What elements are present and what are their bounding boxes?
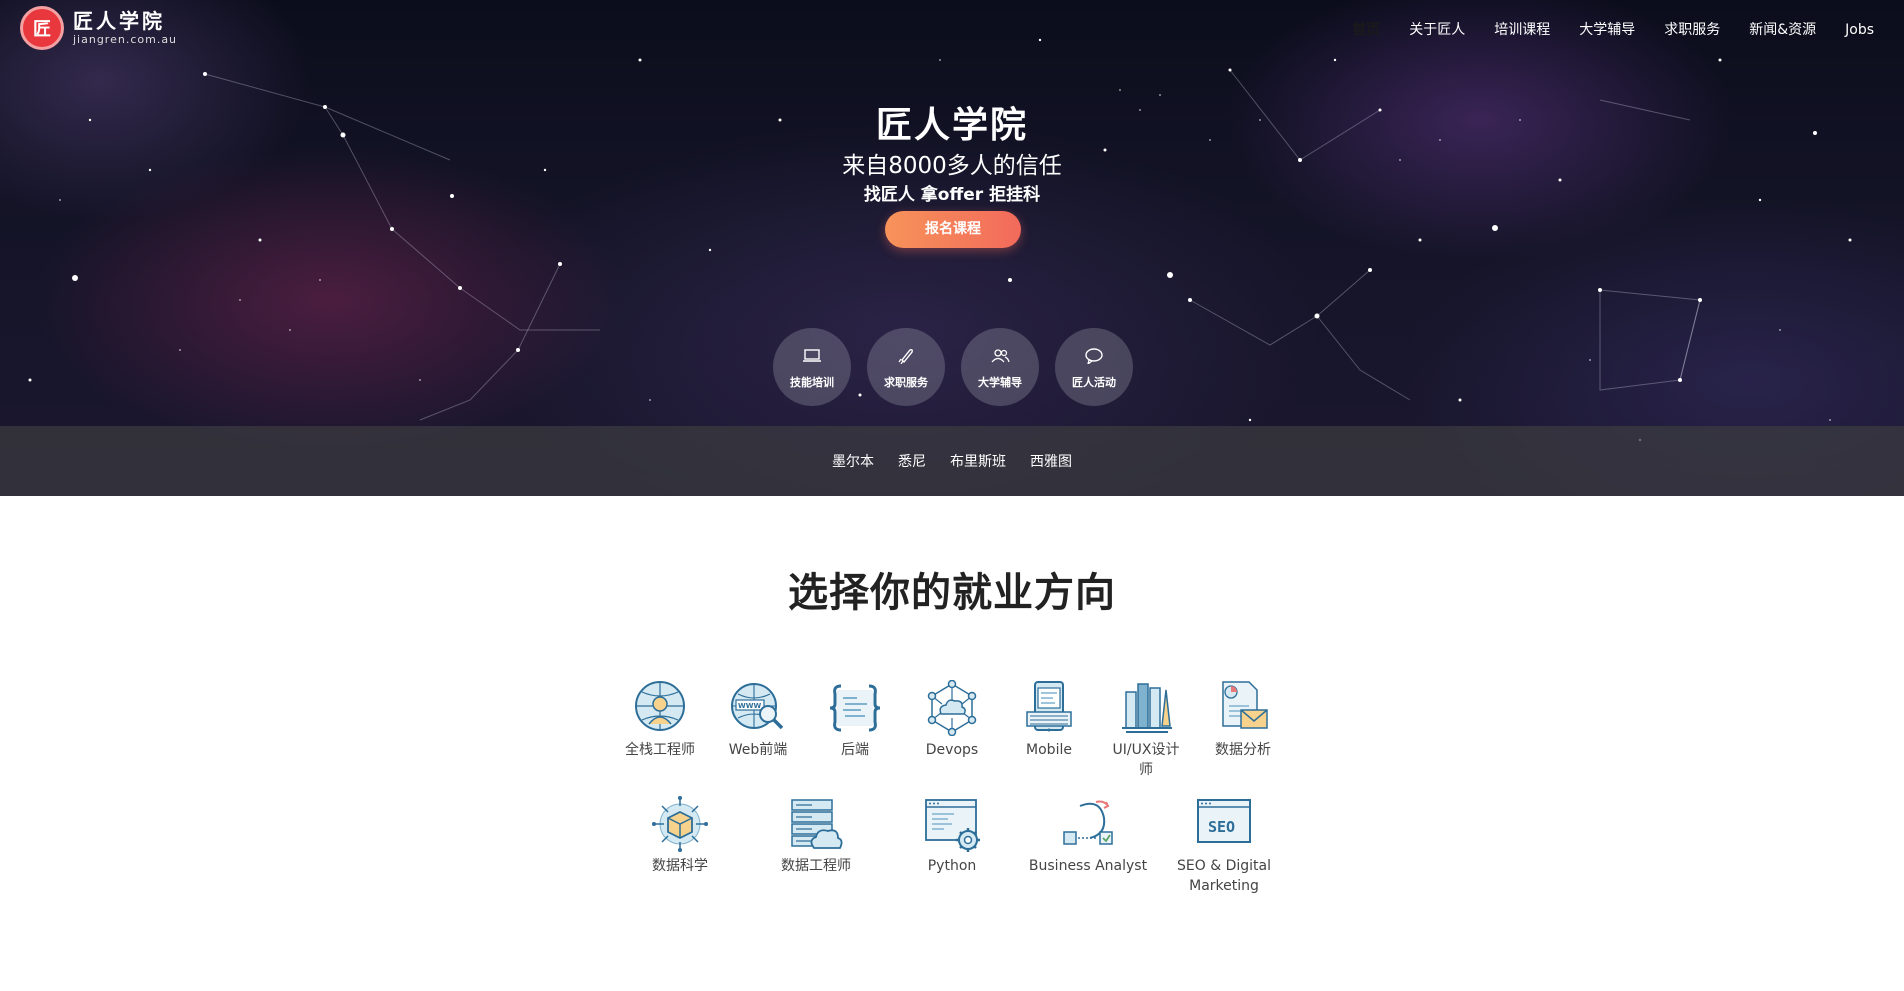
hero-tagline: 找匠人 拿offer 拒挂科 <box>863 185 1041 205</box>
top-nav: 首页 关于匠人 培训课程 大学辅导 求职服务 新闻&资源 Jobs <box>1323 20 1874 40</box>
city-brisbane[interactable]: 布里斯班 <box>950 451 1006 471</box>
career-devops[interactable]: Devops <box>916 680 988 760</box>
service-career-button[interactable]: 求职服务 <box>867 328 945 406</box>
design-tools-icon <box>1122 683 1172 733</box>
cloud-network-icon <box>927 680 977 736</box>
career-ui-ux-designer[interactable]: UI/UX设计师 <box>1108 680 1184 780</box>
site-logo[interactable]: 匠 匠人学院 jiangren.com.au <box>20 6 177 50</box>
code-braces-icon <box>829 684 881 732</box>
chat-bubble-icon <box>1085 348 1103 364</box>
career-data-analysis[interactable]: 数据分析 <box>1207 680 1279 760</box>
process-cycle-icon <box>1063 800 1113 845</box>
svg-text:WWW: WWW <box>738 702 761 710</box>
career-business-analyst[interactable]: Business Analyst <box>1028 796 1148 876</box>
nav-item-courses[interactable]: 培训课程 <box>1494 20 1550 40</box>
service-label: 匠人活动 <box>1072 376 1116 389</box>
career-label: 后端 <box>841 742 869 758</box>
server-cloud-icon <box>791 799 843 849</box>
nav-item-jobs[interactable]: Jobs <box>1845 20 1874 40</box>
career-label: Mobile <box>1026 742 1072 758</box>
city-melbourne[interactable]: 墨尔本 <box>832 451 874 471</box>
career-data-engineer[interactable]: 数据工程师 <box>771 796 861 876</box>
seo-window-icon: SEO <box>1197 799 1251 843</box>
service-label: 大学辅导 <box>978 376 1022 389</box>
career-data-science[interactable]: 数据科学 <box>642 796 718 876</box>
hero-banner: 匠 匠人学院 jiangren.com.au 首页 关于匠人 培训课程 大学辅导… <box>0 0 1904 496</box>
career-label: SEO & Digital Marketing <box>1177 858 1271 894</box>
career-backend[interactable]: 后端 <box>819 680 891 760</box>
laptop-icon <box>803 349 821 362</box>
window-gear-icon <box>925 799 980 852</box>
career-label: 数据工程师 <box>781 858 851 874</box>
service-events-button[interactable]: 匠人活动 <box>1055 328 1133 406</box>
nav-item-news-resources[interactable]: 新闻&资源 <box>1749 20 1816 40</box>
hero-subtitle: 来自8000多人的信任 <box>842 153 1062 179</box>
logo-mark-icon: 匠 <box>20 6 64 50</box>
svg-text:SEO: SEO <box>1208 818 1235 836</box>
career-seo-digital-marketing[interactable]: SEO SEO & Digital Marketing <box>1174 796 1274 896</box>
nav-item-about[interactable]: 关于匠人 <box>1409 20 1465 40</box>
starfield-background <box>28 38 1852 442</box>
career-label: Web前端 <box>728 742 788 758</box>
career-fullstack[interactable]: 全栈工程师 <box>624 680 696 760</box>
rocket-icon <box>898 349 913 364</box>
nav-item-career-services[interactable]: 求职服务 <box>1664 20 1720 40</box>
nav-item-university-tutoring[interactable]: 大学辅导 <box>1579 20 1635 40</box>
career-label: UI/UX设计师 <box>1112 742 1180 778</box>
logo-name: 匠人学院 <box>73 9 165 33</box>
service-label: 技能培训 <box>790 376 834 389</box>
career-label: Python <box>927 858 977 874</box>
data-cube-icon <box>652 796 708 852</box>
users-icon <box>991 349 1010 363</box>
city-bar: 墨尔本 悉尼 布里斯班 西雅图 <box>0 426 1904 496</box>
career-label: Devops <box>925 742 979 758</box>
service-label: 求职服务 <box>884 376 928 389</box>
career-label: 全栈工程师 <box>625 742 695 758</box>
service-skill-training-button[interactable]: 技能培训 <box>773 328 851 406</box>
career-mobile[interactable]: Mobile <box>1013 680 1085 760</box>
mobile-device-icon <box>1026 681 1072 732</box>
career-label: 数据科学 <box>652 858 708 874</box>
www-search-icon: WWW <box>731 683 784 730</box>
city-seattle[interactable]: 西雅图 <box>1030 451 1072 471</box>
career-section-title: 选择你的就业方向 <box>788 570 1116 616</box>
enroll-course-button[interactable]: 报名课程 <box>885 211 1021 248</box>
career-label: Business Analyst <box>1028 858 1148 874</box>
career-web-frontend[interactable]: WWW Web前端 <box>720 680 796 760</box>
globe-person-icon <box>635 681 685 731</box>
city-sydney[interactable]: 悉尼 <box>898 451 926 471</box>
career-label: 数据分析 <box>1215 742 1271 758</box>
hero-title: 匠人学院 <box>875 105 1028 146</box>
nav-item-home[interactable]: 首页 <box>1352 20 1380 40</box>
report-chart-icon <box>1222 681 1268 729</box>
career-python[interactable]: Python <box>916 796 988 876</box>
logo-domain: jiangren.com.au <box>73 33 178 46</box>
service-university-button[interactable]: 大学辅导 <box>961 328 1039 406</box>
